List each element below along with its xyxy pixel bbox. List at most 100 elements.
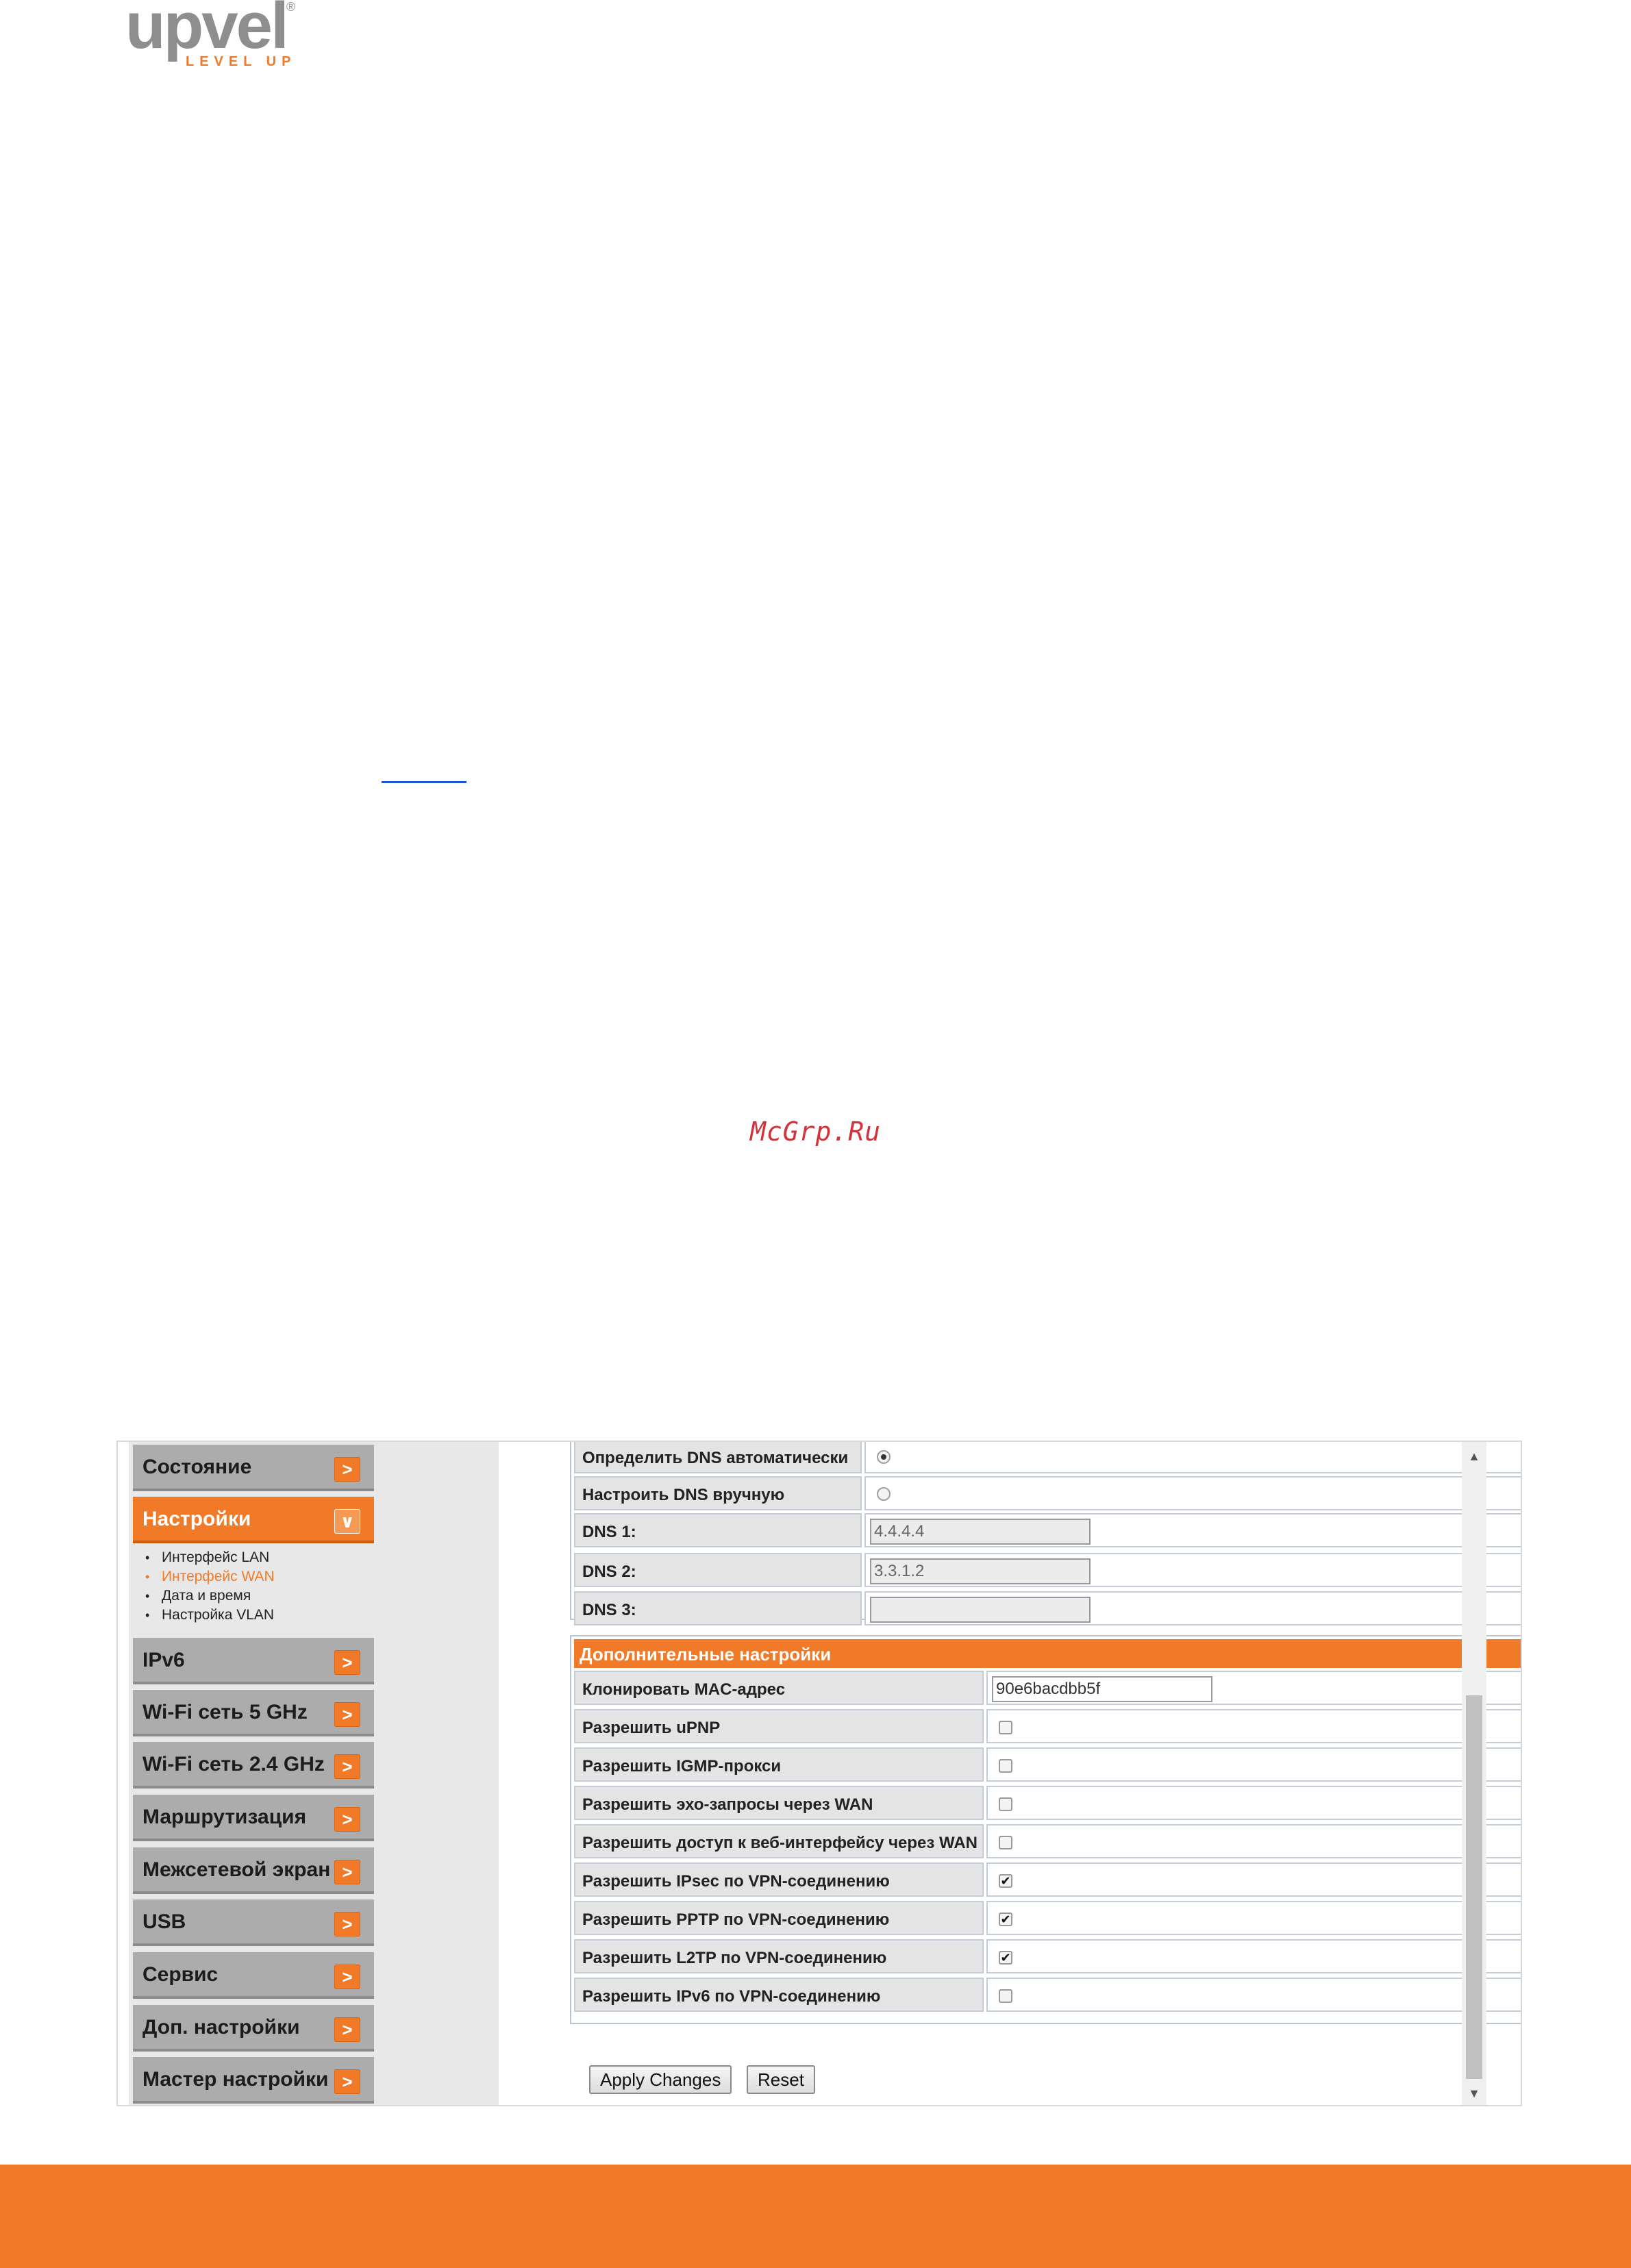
option-row: Разрешить uPNP: [574, 1709, 1521, 1743]
chevron-right-icon: >: [334, 1965, 360, 1989]
dns-manual-label: Настроить DNS вручную: [574, 1476, 862, 1510]
dns3-row: DNS 3:: [574, 1591, 1521, 1625]
reset-button[interactable]: Reset: [747, 2065, 815, 2094]
option-label: Разрешить PPTP по VPN-соединению: [574, 1901, 984, 1935]
option-row: Разрешить эхо-запросы через WAN: [574, 1786, 1521, 1820]
chevron-right-icon: >: [334, 1807, 360, 1832]
nav-item-status[interactable]: Состояние >: [133, 1445, 374, 1491]
nav-label: Состояние: [142, 1456, 252, 1478]
chevron-right-icon: >: [334, 2017, 360, 2042]
dns2-input[interactable]: [870, 1558, 1091, 1584]
dns-auto-label: Определить DNS автоматически: [574, 1442, 862, 1473]
sidebar: Состояние > Настройки ∨ Интерфейс LAN Ин…: [129, 1442, 499, 2105]
nav-label: Wi-Fi сеть 5 GHz: [142, 1701, 308, 1723]
dns1-cell: [864, 1513, 1521, 1547]
option-label: Разрешить L2TP по VPN-соединению: [574, 1939, 984, 1973]
nav-label: Доп. настройки: [142, 2016, 300, 2039]
dns-auto-cell: [864, 1442, 1521, 1473]
pptp-vpn-checkbox[interactable]: ✔: [999, 1912, 1012, 1926]
option-row: Разрешить IGMP-прокси: [574, 1747, 1521, 1782]
dns-manual-row: Настроить DNS вручную: [574, 1476, 1521, 1510]
option-row: Разрешить доступ к веб-интерфейсу через …: [574, 1824, 1521, 1858]
nav-item-usb[interactable]: USB >: [133, 1899, 374, 1946]
nav-item-settings[interactable]: Настройки ∨: [133, 1497, 374, 1543]
watermark: McGrp.Ru: [749, 1117, 882, 1147]
nav-item-setup-wizard[interactable]: Мастер настройки >: [133, 2057, 374, 2104]
nav-label: Маршрутизация: [142, 1806, 307, 1828]
upnp-checkbox[interactable]: [999, 1721, 1012, 1734]
chevron-right-icon: >: [334, 1650, 360, 1675]
submenu-item-vlan[interactable]: Настройка VLAN: [144, 1606, 275, 1625]
dns1-label: DNS 1:: [574, 1513, 862, 1547]
logo-registered-mark: ®: [286, 0, 296, 14]
chevron-right-icon: >: [334, 1754, 360, 1779]
chevron-down-icon: ∨: [334, 1509, 360, 1534]
option-cell: ✔: [986, 1901, 1521, 1935]
nav-label: USB: [142, 1910, 186, 1933]
option-cell: [986, 1978, 1521, 2012]
footer-bar: [0, 2165, 1631, 2268]
chevron-right-icon: >: [334, 1457, 360, 1482]
link-underline[interactable]: [382, 781, 466, 783]
option-label: Разрешить uPNP: [574, 1709, 984, 1743]
nav-item-service[interactable]: Сервис >: [133, 1952, 374, 1999]
dns-auto-row: Определить DNS автоматически: [574, 1442, 1521, 1473]
wan-ping-checkbox[interactable]: [999, 1797, 1012, 1811]
clone-mac-input[interactable]: [992, 1676, 1212, 1702]
submenu-item-wan[interactable]: Интерфейс WAN: [144, 1567, 275, 1586]
option-row: Разрешить L2TP по VPN-соединению ✔: [574, 1939, 1521, 1973]
chevron-right-icon: >: [334, 1860, 360, 1884]
dns-manual-radio[interactable]: [877, 1487, 891, 1501]
igmp-proxy-checkbox[interactable]: [999, 1759, 1012, 1773]
clone-mac-label: Клонировать MAC-адрес: [574, 1671, 984, 1705]
ipsec-vpn-checkbox[interactable]: ✔: [999, 1874, 1012, 1888]
nav-label: Настройки: [142, 1508, 251, 1530]
content-area: Определить DNS автоматически Настроить D…: [501, 1442, 1521, 2105]
option-row: Разрешить PPTP по VPN-соединению ✔: [574, 1901, 1521, 1935]
dns2-cell: [864, 1553, 1521, 1587]
option-cell: ✔: [986, 1939, 1521, 1973]
nav-item-firewall[interactable]: Межсетевой экран >: [133, 1847, 374, 1894]
nav-label: Межсетевой экран: [142, 1858, 331, 1881]
option-label: Разрешить IPv6 по VPN-соединению: [574, 1978, 984, 2012]
chevron-right-icon: >: [334, 2069, 360, 2094]
scrollbar[interactable]: ▲ ▼: [1462, 1442, 1486, 2105]
upvel-logo: upvel ® LEVEL UP: [125, 0, 303, 75]
nav-label: IPv6: [142, 1649, 185, 1671]
ipv6-vpn-checkbox[interactable]: [999, 1989, 1012, 2003]
clone-mac-row: Клонировать MAC-адрес: [574, 1671, 1521, 1705]
option-cell: [986, 1824, 1521, 1858]
nav-item-ipv6[interactable]: IPv6 >: [133, 1638, 374, 1684]
apply-changes-button[interactable]: Apply Changes: [589, 2065, 732, 2094]
nav-item-extra-settings[interactable]: Доп. настройки >: [133, 2005, 374, 2052]
scroll-thumb[interactable]: [1466, 1695, 1482, 2079]
option-row: Разрешить IPsec по VPN-соединению ✔: [574, 1862, 1521, 1897]
dns-manual-cell: [864, 1476, 1521, 1510]
dns3-cell: [864, 1591, 1521, 1625]
advanced-settings-table: Дополнительные настройки Клонировать MAC…: [570, 1635, 1521, 2024]
dns2-label: DNS 2:: [574, 1553, 862, 1587]
submenu-item-datetime[interactable]: Дата и время: [144, 1586, 275, 1606]
chevron-right-icon: >: [334, 1702, 360, 1727]
wan-web-access-checkbox[interactable]: [999, 1836, 1012, 1849]
nav-item-wifi-5ghz[interactable]: Wi-Fi сеть 5 GHz >: [133, 1690, 374, 1736]
dns-table: Определить DNS автоматически Настроить D…: [570, 1442, 1521, 1625]
scroll-down-arrow-icon[interactable]: ▼: [1462, 2083, 1486, 2104]
dns-auto-radio[interactable]: [877, 1450, 891, 1464]
scroll-up-arrow-icon[interactable]: ▲: [1462, 1446, 1486, 1467]
submenu-item-lan[interactable]: Интерфейс LAN: [144, 1548, 275, 1567]
dns1-input[interactable]: [870, 1519, 1091, 1545]
nav-label: Сервис: [142, 1963, 219, 1986]
advanced-settings-title: Дополнительные настройки: [574, 1639, 1521, 1668]
option-label: Разрешить IPsec по VPN-соединению: [574, 1862, 984, 1897]
dns3-input[interactable]: [870, 1597, 1091, 1623]
l2tp-vpn-checkbox[interactable]: ✔: [999, 1951, 1012, 1965]
nav-label: Wi-Fi сеть 2.4 GHz: [142, 1753, 325, 1775]
option-row: Разрешить IPv6 по VPN-соединению: [574, 1978, 1521, 2012]
dns2-row: DNS 2:: [574, 1553, 1521, 1587]
settings-submenu: Интерфейс LAN Интерфейс WAN Дата и время…: [144, 1548, 275, 1625]
nav-item-wifi-24ghz[interactable]: Wi-Fi сеть 2.4 GHz >: [133, 1742, 374, 1789]
clone-mac-cell: [986, 1671, 1521, 1705]
nav-item-routing[interactable]: Маршрутизация >: [133, 1795, 374, 1841]
chevron-right-icon: >: [334, 1912, 360, 1936]
